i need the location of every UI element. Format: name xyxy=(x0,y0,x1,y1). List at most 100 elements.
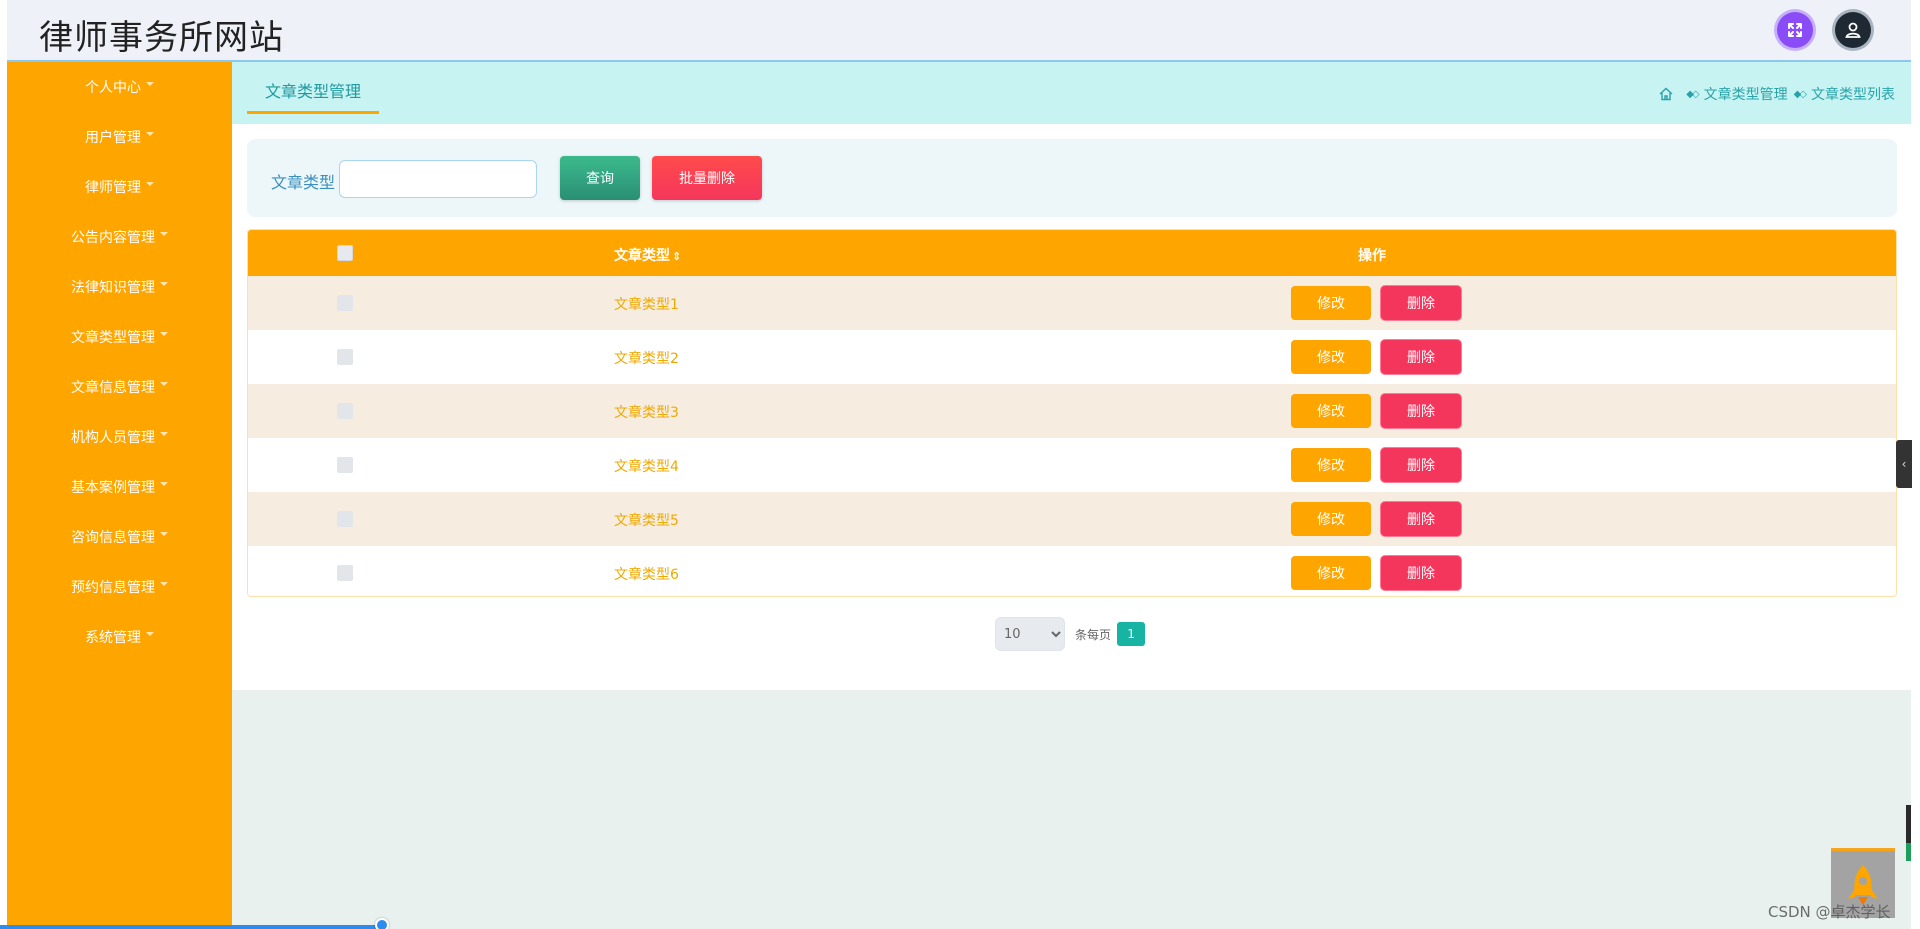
caret-down-icon xyxy=(160,332,168,336)
sidebar-item-label: 公告内容管理 xyxy=(71,230,155,246)
chevron-left-icon: ‹ xyxy=(1901,457,1907,471)
row-checkbox[interactable] xyxy=(337,565,353,581)
column-header-type[interactable]: 文章类型 ⇕ xyxy=(614,245,734,265)
edit-button[interactable]: 修改 xyxy=(1291,340,1371,374)
fullscreen-button[interactable] xyxy=(1777,12,1813,48)
per-page-label: 条每页 xyxy=(1075,627,1112,642)
caret-down-icon xyxy=(160,232,168,236)
delete-button[interactable]: 删除 xyxy=(1381,286,1461,320)
main-area: 文章类型管理 ◆◇ 文章类型管理 ◆◇ 文章类型列表 文章类型 查询 批量删除 … xyxy=(232,62,1911,929)
edit-button[interactable]: 修改 xyxy=(1291,502,1371,536)
sidebar-item-label: 个人中心 xyxy=(85,80,141,96)
row-checkbox[interactable] xyxy=(337,457,353,473)
edit-button[interactable]: 修改 xyxy=(1291,394,1371,428)
delete-button[interactable]: 删除 xyxy=(1381,502,1461,536)
right-edge xyxy=(1911,0,1920,929)
left-edge xyxy=(0,0,7,929)
article-type-cell: 文章类型5 xyxy=(614,513,679,529)
breadcrumb-item[interactable]: 文章类型管理 xyxy=(1704,84,1788,104)
edge-marker-green xyxy=(1906,843,1911,861)
sidebar-item-label: 系统管理 xyxy=(85,630,141,646)
row-checkbox[interactable] xyxy=(337,349,353,365)
delete-button[interactable]: 删除 xyxy=(1381,340,1461,374)
article-type-cell: 文章类型4 xyxy=(614,459,679,475)
caret-down-icon xyxy=(160,282,168,286)
progress-handle[interactable] xyxy=(375,918,389,929)
delete-button[interactable]: 删除 xyxy=(1381,448,1461,482)
content-panel: 文章类型 查询 批量删除 文章类型 ⇕ 操作 文章类型1 修改 删除 文章类型2 … xyxy=(232,124,1911,690)
caret-down-icon xyxy=(146,182,154,186)
search-label: 文章类型 xyxy=(271,173,336,192)
sidebar-item-label: 机构人员管理 xyxy=(71,430,155,446)
table-row: 文章类型6 修改 删除 xyxy=(248,546,1896,596)
sidebar-item-announcement-management[interactable]: 公告内容管理 xyxy=(7,222,232,252)
sidebar-item-legal-knowledge-management[interactable]: 法律知识管理 xyxy=(7,272,232,302)
breadcrumb-item: 文章类型列表 xyxy=(1811,87,1895,103)
edit-button[interactable]: 修改 xyxy=(1291,286,1371,320)
user-icon xyxy=(1845,22,1861,38)
tab-article-type-management[interactable]: 文章类型管理 xyxy=(247,82,379,114)
article-type-cell: 文章类型1 xyxy=(614,297,679,313)
sidebar-item-personal-center[interactable]: 个人中心 xyxy=(7,72,232,102)
sidebar-item-label: 文章信息管理 xyxy=(71,380,155,396)
table-row: 文章类型4 修改 删除 xyxy=(248,438,1896,492)
sidebar-menu: 个人中心 用户管理 律师管理 公告内容管理 法律知识管理 文章类型管理 文章信息… xyxy=(7,62,232,929)
article-type-table: 文章类型 ⇕ 操作 文章类型1 修改 删除 文章类型2 修改 删除 文章类型3 修… xyxy=(247,229,1897,597)
edit-button[interactable]: 修改 xyxy=(1291,556,1371,590)
sidebar-item-label: 用户管理 xyxy=(85,130,141,146)
sidebar-item-appointment-management[interactable]: 预约信息管理 xyxy=(7,572,232,602)
sidebar-item-article-type-management[interactable]: 文章类型管理 xyxy=(7,322,232,352)
select-all-checkbox[interactable] xyxy=(337,245,353,261)
expand-icon xyxy=(1788,23,1802,37)
delete-button[interactable]: 删除 xyxy=(1381,394,1461,428)
caret-down-icon xyxy=(160,432,168,436)
caret-down-icon xyxy=(160,382,168,386)
article-type-cell: 文章类型3 xyxy=(614,405,679,421)
caret-down-icon xyxy=(146,82,154,86)
sidebar-item-label: 律师管理 xyxy=(85,180,141,196)
top-header: 律师事务所网站 xyxy=(7,0,1911,62)
row-checkbox[interactable] xyxy=(337,295,353,311)
sidebar-item-system-management[interactable]: 系统管理 xyxy=(7,622,232,652)
sidebar-item-user-management[interactable]: 用户管理 xyxy=(7,122,232,152)
home-icon[interactable] xyxy=(1658,86,1674,102)
pagination: 10 条每页 1 xyxy=(995,617,1146,651)
tabs-bar: 文章类型管理 ◆◇ 文章类型管理 ◆◇ 文章类型列表 xyxy=(232,62,1911,124)
caret-down-icon xyxy=(160,482,168,486)
user-avatar-button[interactable] xyxy=(1835,12,1871,48)
breadcrumb-separator-icon: ◆◇ xyxy=(1686,88,1699,100)
sidebar-item-label: 咨询信息管理 xyxy=(71,530,155,546)
query-button[interactable]: 查询 xyxy=(560,156,640,200)
article-type-cell: 文章类型6 xyxy=(614,567,679,583)
sidebar-item-label: 预约信息管理 xyxy=(71,580,155,596)
batch-delete-button[interactable]: 批量删除 xyxy=(652,156,762,200)
edit-button[interactable]: 修改 xyxy=(1291,448,1371,482)
page-number-button[interactable]: 1 xyxy=(1117,622,1146,646)
sidebar-item-case-management[interactable]: 基本案例管理 xyxy=(7,472,232,502)
table-row: 文章类型5 修改 删除 xyxy=(248,492,1896,546)
caret-down-icon xyxy=(146,632,154,636)
breadcrumb-separator-icon: ◆◇ xyxy=(1793,88,1807,100)
column-header-label: 文章类型 xyxy=(614,248,670,264)
table-row: 文章类型1 修改 删除 xyxy=(248,276,1896,330)
row-checkbox[interactable] xyxy=(337,511,353,527)
article-type-search-input[interactable] xyxy=(339,160,537,198)
sidebar-item-article-info-management[interactable]: 文章信息管理 xyxy=(7,372,232,402)
table-header: 文章类型 ⇕ 操作 xyxy=(248,230,1896,276)
sidebar-item-staff-management[interactable]: 机构人员管理 xyxy=(7,422,232,452)
sidebar-item-label: 基本案例管理 xyxy=(71,480,155,496)
sidebar-item-label: 文章类型管理 xyxy=(71,330,155,346)
sidebar-item-consultation-management[interactable]: 咨询信息管理 xyxy=(7,522,232,552)
sort-icon[interactable]: ⇕ xyxy=(672,250,681,263)
table-row: 文章类型2 修改 删除 xyxy=(248,330,1896,384)
sidebar-item-label: 法律知识管理 xyxy=(71,280,155,296)
table-row: 文章类型3 修改 删除 xyxy=(248,384,1896,438)
page-size-select[interactable]: 10 xyxy=(995,617,1065,651)
delete-button[interactable]: 删除 xyxy=(1381,556,1461,590)
row-checkbox[interactable] xyxy=(337,403,353,419)
video-progress-bar[interactable] xyxy=(0,925,385,929)
watermark: CSDN @卓杰学长 xyxy=(1768,903,1891,921)
sidebar-item-lawyer-management[interactable]: 律师管理 xyxy=(7,172,232,202)
caret-down-icon xyxy=(160,582,168,586)
collapse-panel-handle[interactable]: ‹ xyxy=(1896,440,1912,488)
